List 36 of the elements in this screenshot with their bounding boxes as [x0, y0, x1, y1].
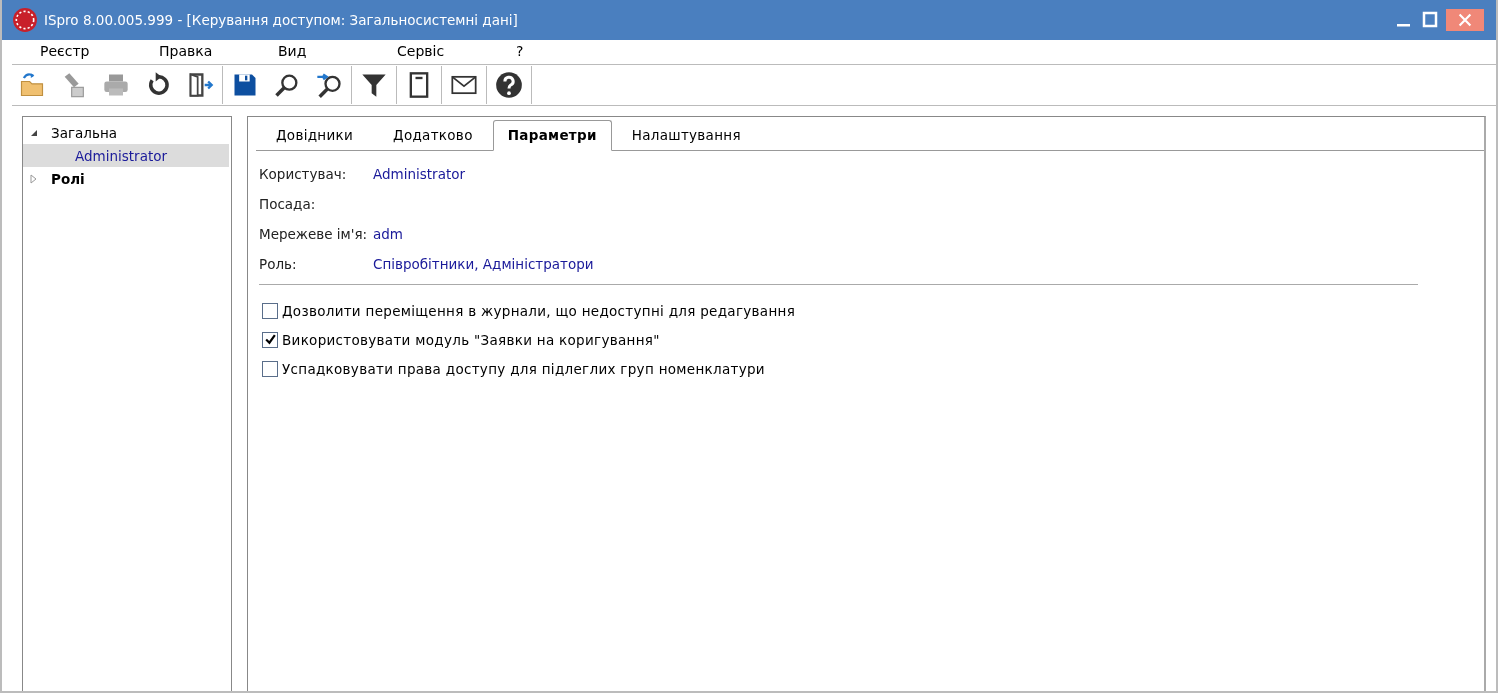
tree-label: Загальна — [51, 124, 117, 141]
field-label: Мережеве ім'я: — [259, 226, 369, 242]
tree-item[interactable]: Ролі — [23, 167, 229, 190]
close-icon — [1456, 11, 1474, 29]
menu-item[interactable]: Реєстр — [38, 43, 157, 59]
tab[interactable]: Параметри — [492, 120, 612, 151]
field-label: Посада: — [259, 196, 317, 212]
tab[interactable]: Довідники — [256, 119, 374, 151]
menu-item[interactable]: ? — [514, 43, 633, 59]
field-value: Administrator — [373, 166, 466, 182]
checkbox-label: Використовувати модуль "Заявки на коригування" — [282, 331, 660, 348]
menu-item[interactable]: Вид — [276, 43, 395, 59]
field-label: Роль: — [259, 256, 298, 272]
checkbox[interactable] — [262, 331, 278, 348]
tree-label: Administrator — [75, 147, 168, 164]
menu-item[interactable]: Правка — [157, 43, 276, 59]
window-title: ISpro 8.00.005.999 - [Керування доступом: Загальносистемні дані] — [44, 12, 519, 28]
checkbox-label: Дозволити переміщення в журнали, що недоступні для редагування — [282, 302, 796, 319]
field-value: adm — [373, 226, 403, 242]
checkbox[interactable] — [262, 302, 278, 319]
open-folder-icon[interactable] — [18, 71, 46, 99]
field-label: Користувач: — [259, 166, 348, 182]
expand-arrow-icon[interactable] — [29, 173, 39, 184]
field-value: Співробітники, Адміністратори — [373, 256, 594, 272]
tab[interactable]: Додатково — [373, 119, 493, 151]
maximize-icon[interactable] — [1420, 10, 1440, 30]
app-logo-icon — [12, 7, 38, 33]
checkbox-label: Успадковувати права доступу для підлеглих груп номенклатури — [282, 360, 765, 377]
checkbox[interactable] — [262, 360, 278, 377]
menu-item[interactable]: Сервіс — [395, 43, 514, 59]
tree-item[interactable]: Administrator — [23, 144, 229, 167]
tab[interactable]: Налаштування — [611, 119, 761, 151]
tree-item[interactable]: Загальна — [23, 121, 229, 144]
tree-label: Ролі — [51, 170, 85, 187]
search-next-icon[interactable] — [315, 71, 343, 99]
help-icon[interactable] — [495, 71, 523, 99]
